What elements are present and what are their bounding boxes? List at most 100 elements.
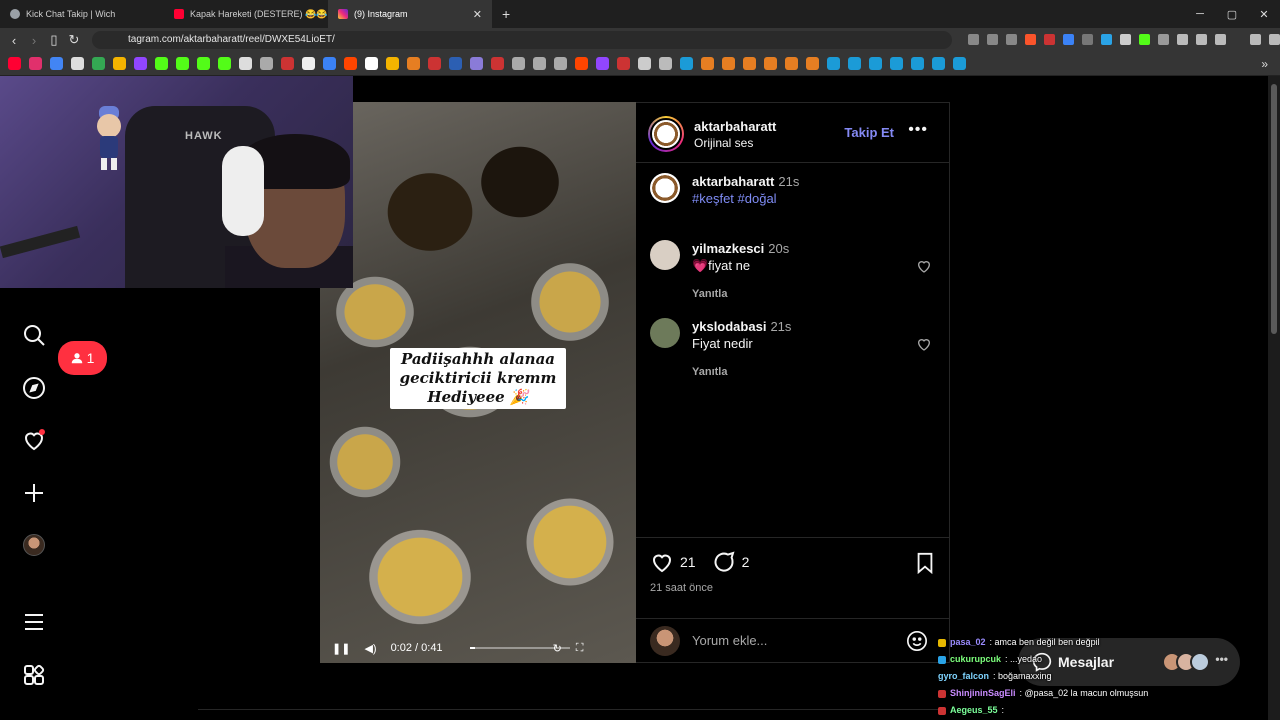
bookmark-kick-icon[interactable]	[155, 57, 168, 70]
bookmark-icon[interactable]	[533, 57, 546, 70]
volume-icon[interactable]: ◀)	[364, 642, 376, 655]
bookmark-icon[interactable]	[806, 57, 819, 70]
story-ring[interactable]	[648, 116, 684, 152]
extension-icon[interactable]	[1139, 34, 1150, 45]
browser-tab-youtube[interactable]: Kapak Hareketi (DESTERE) 😂😂😂	[164, 0, 328, 28]
bookmark-icon[interactable]	[239, 57, 252, 70]
bookmark-page-icon[interactable]: ▯	[44, 32, 64, 48]
bookmark-icon[interactable]	[512, 57, 525, 70]
close-window-button[interactable]: ✕	[1248, 8, 1280, 21]
menu-icon[interactable]	[1269, 34, 1280, 45]
likes-count[interactable]: 21	[680, 554, 696, 570]
bookmark-icon[interactable]	[554, 57, 567, 70]
bookmark-icon[interactable]	[617, 57, 630, 70]
bookmark-icon[interactable]	[491, 57, 504, 70]
profile-avatar[interactable]	[23, 534, 45, 556]
bookmark-icon[interactable]	[281, 57, 294, 70]
save-bookmark-icon[interactable]	[914, 552, 936, 574]
extension-icon[interactable]	[1158, 34, 1169, 45]
zoom-icon[interactable]	[987, 34, 998, 45]
bookmark-twitch-icon[interactable]	[134, 57, 147, 70]
more-options-icon[interactable]: •••	[908, 121, 928, 139]
share-icon[interactable]	[1006, 34, 1017, 45]
bookmark-steam-icon[interactable]	[848, 57, 861, 70]
more-menu-icon[interactable]	[22, 610, 46, 634]
bookmark-icon[interactable]	[428, 57, 441, 70]
like-comment-icon[interactable]	[916, 258, 932, 274]
bookmark-icon[interactable]	[575, 57, 588, 70]
extension-icon[interactable]	[1120, 34, 1131, 45]
bookmark-icon[interactable]	[50, 57, 63, 70]
bookmark-instagram-icon[interactable]	[29, 57, 42, 70]
bookmark-icon[interactable]	[596, 57, 609, 70]
bookmark-icon[interactable]	[407, 57, 420, 70]
browser-tab-instagram[interactable]: (9) Instagram ✕	[328, 0, 492, 28]
like-comment-icon[interactable]	[916, 336, 932, 352]
new-tab-button[interactable]: +	[492, 6, 520, 22]
forward-icon[interactable]: ›	[24, 33, 44, 48]
bookmark-steam-icon[interactable]	[890, 57, 903, 70]
emoji-icon[interactable]	[906, 630, 928, 652]
cast-icon[interactable]	[968, 34, 979, 45]
bookmark-icon[interactable]	[260, 57, 273, 70]
close-tab-icon[interactable]: ✕	[473, 8, 482, 21]
follow-button[interactable]: Takip Et	[844, 125, 894, 140]
comment-input[interactable]: Yorum ekle...	[692, 633, 767, 648]
comment-bubble-icon[interactable]	[712, 550, 736, 574]
reply-button[interactable]: Yanıtla	[692, 364, 791, 381]
bookmark-icon[interactable]	[92, 57, 105, 70]
bookmark-youtube-icon[interactable]	[8, 57, 21, 70]
bookmark-icon[interactable]	[344, 57, 357, 70]
bookmark-steam-icon[interactable]	[953, 57, 966, 70]
caption-username[interactable]: aktarbaharatt	[692, 174, 774, 189]
caption-hashtags[interactable]: #keşfet #doğal	[692, 191, 777, 206]
bookmark-steam-icon[interactable]	[869, 57, 882, 70]
extension-icon[interactable]	[1101, 34, 1112, 45]
bookmark-icon[interactable]	[638, 57, 651, 70]
bookmark-x-icon[interactable]	[302, 57, 315, 70]
bookmark-steam-icon[interactable]	[932, 57, 945, 70]
bookmark-icon[interactable]	[113, 57, 126, 70]
bookmark-icon[interactable]	[743, 57, 756, 70]
url-field[interactable]: tagram.com/aktarbaharatt/reel/DWXE54LioE…	[92, 31, 952, 49]
commenter-avatar[interactable]	[650, 318, 680, 348]
bookmark-icon[interactable]	[386, 57, 399, 70]
bookmark-icon[interactable]	[470, 57, 483, 70]
wallet-icon[interactable]	[1215, 34, 1226, 45]
maximize-button[interactable]: ▢	[1216, 8, 1248, 21]
bookmark-steam-icon[interactable]	[827, 57, 840, 70]
bookmark-icon[interactable]	[449, 57, 462, 70]
search-icon[interactable]	[22, 323, 46, 347]
commenter-username[interactable]: ykslodabasi	[692, 319, 766, 334]
bookmark-icon[interactable]	[785, 57, 798, 70]
bookmark-icon[interactable]	[323, 57, 336, 70]
sidebar-icon[interactable]	[1196, 34, 1207, 45]
brave-shield-icon[interactable]	[1025, 34, 1036, 45]
extension-icon[interactable]	[1044, 34, 1055, 45]
extension-icon[interactable]	[1063, 34, 1074, 45]
bookmark-folder-icon[interactable]	[659, 57, 672, 70]
extension-icon[interactable]	[1082, 34, 1093, 45]
audio-label[interactable]: Orijinal ses	[694, 136, 776, 150]
extensions-puzzle-icon[interactable]	[1177, 34, 1188, 45]
minimize-button[interactable]: ─	[1184, 8, 1216, 20]
bookmark-kick-icon[interactable]	[197, 57, 210, 70]
notifications-heart-icon[interactable]	[22, 428, 46, 452]
author-avatar[interactable]	[650, 173, 680, 203]
like-heart-icon[interactable]	[650, 550, 674, 574]
bookmark-icon[interactable]	[722, 57, 735, 70]
bookmark-icon[interactable]	[764, 57, 777, 70]
bookmark-steam-icon[interactable]	[680, 57, 693, 70]
scrollbar-thumb[interactable]	[1271, 84, 1277, 334]
video-progress-bar[interactable]	[470, 647, 570, 649]
author-username[interactable]: aktarbaharatt	[694, 119, 776, 134]
also-from-meta-icon[interactable]	[22, 663, 46, 687]
bookmark-steam-icon[interactable]	[911, 57, 924, 70]
create-plus-icon[interactable]	[22, 481, 46, 505]
page-scrollbar[interactable]	[1268, 76, 1280, 720]
back-icon[interactable]: ‹	[4, 33, 24, 48]
commenter-avatar[interactable]	[650, 240, 680, 270]
media-icon[interactable]	[1250, 34, 1261, 45]
notification-badge[interactable]: 1	[58, 341, 107, 375]
bookmark-kick-icon[interactable]	[176, 57, 189, 70]
